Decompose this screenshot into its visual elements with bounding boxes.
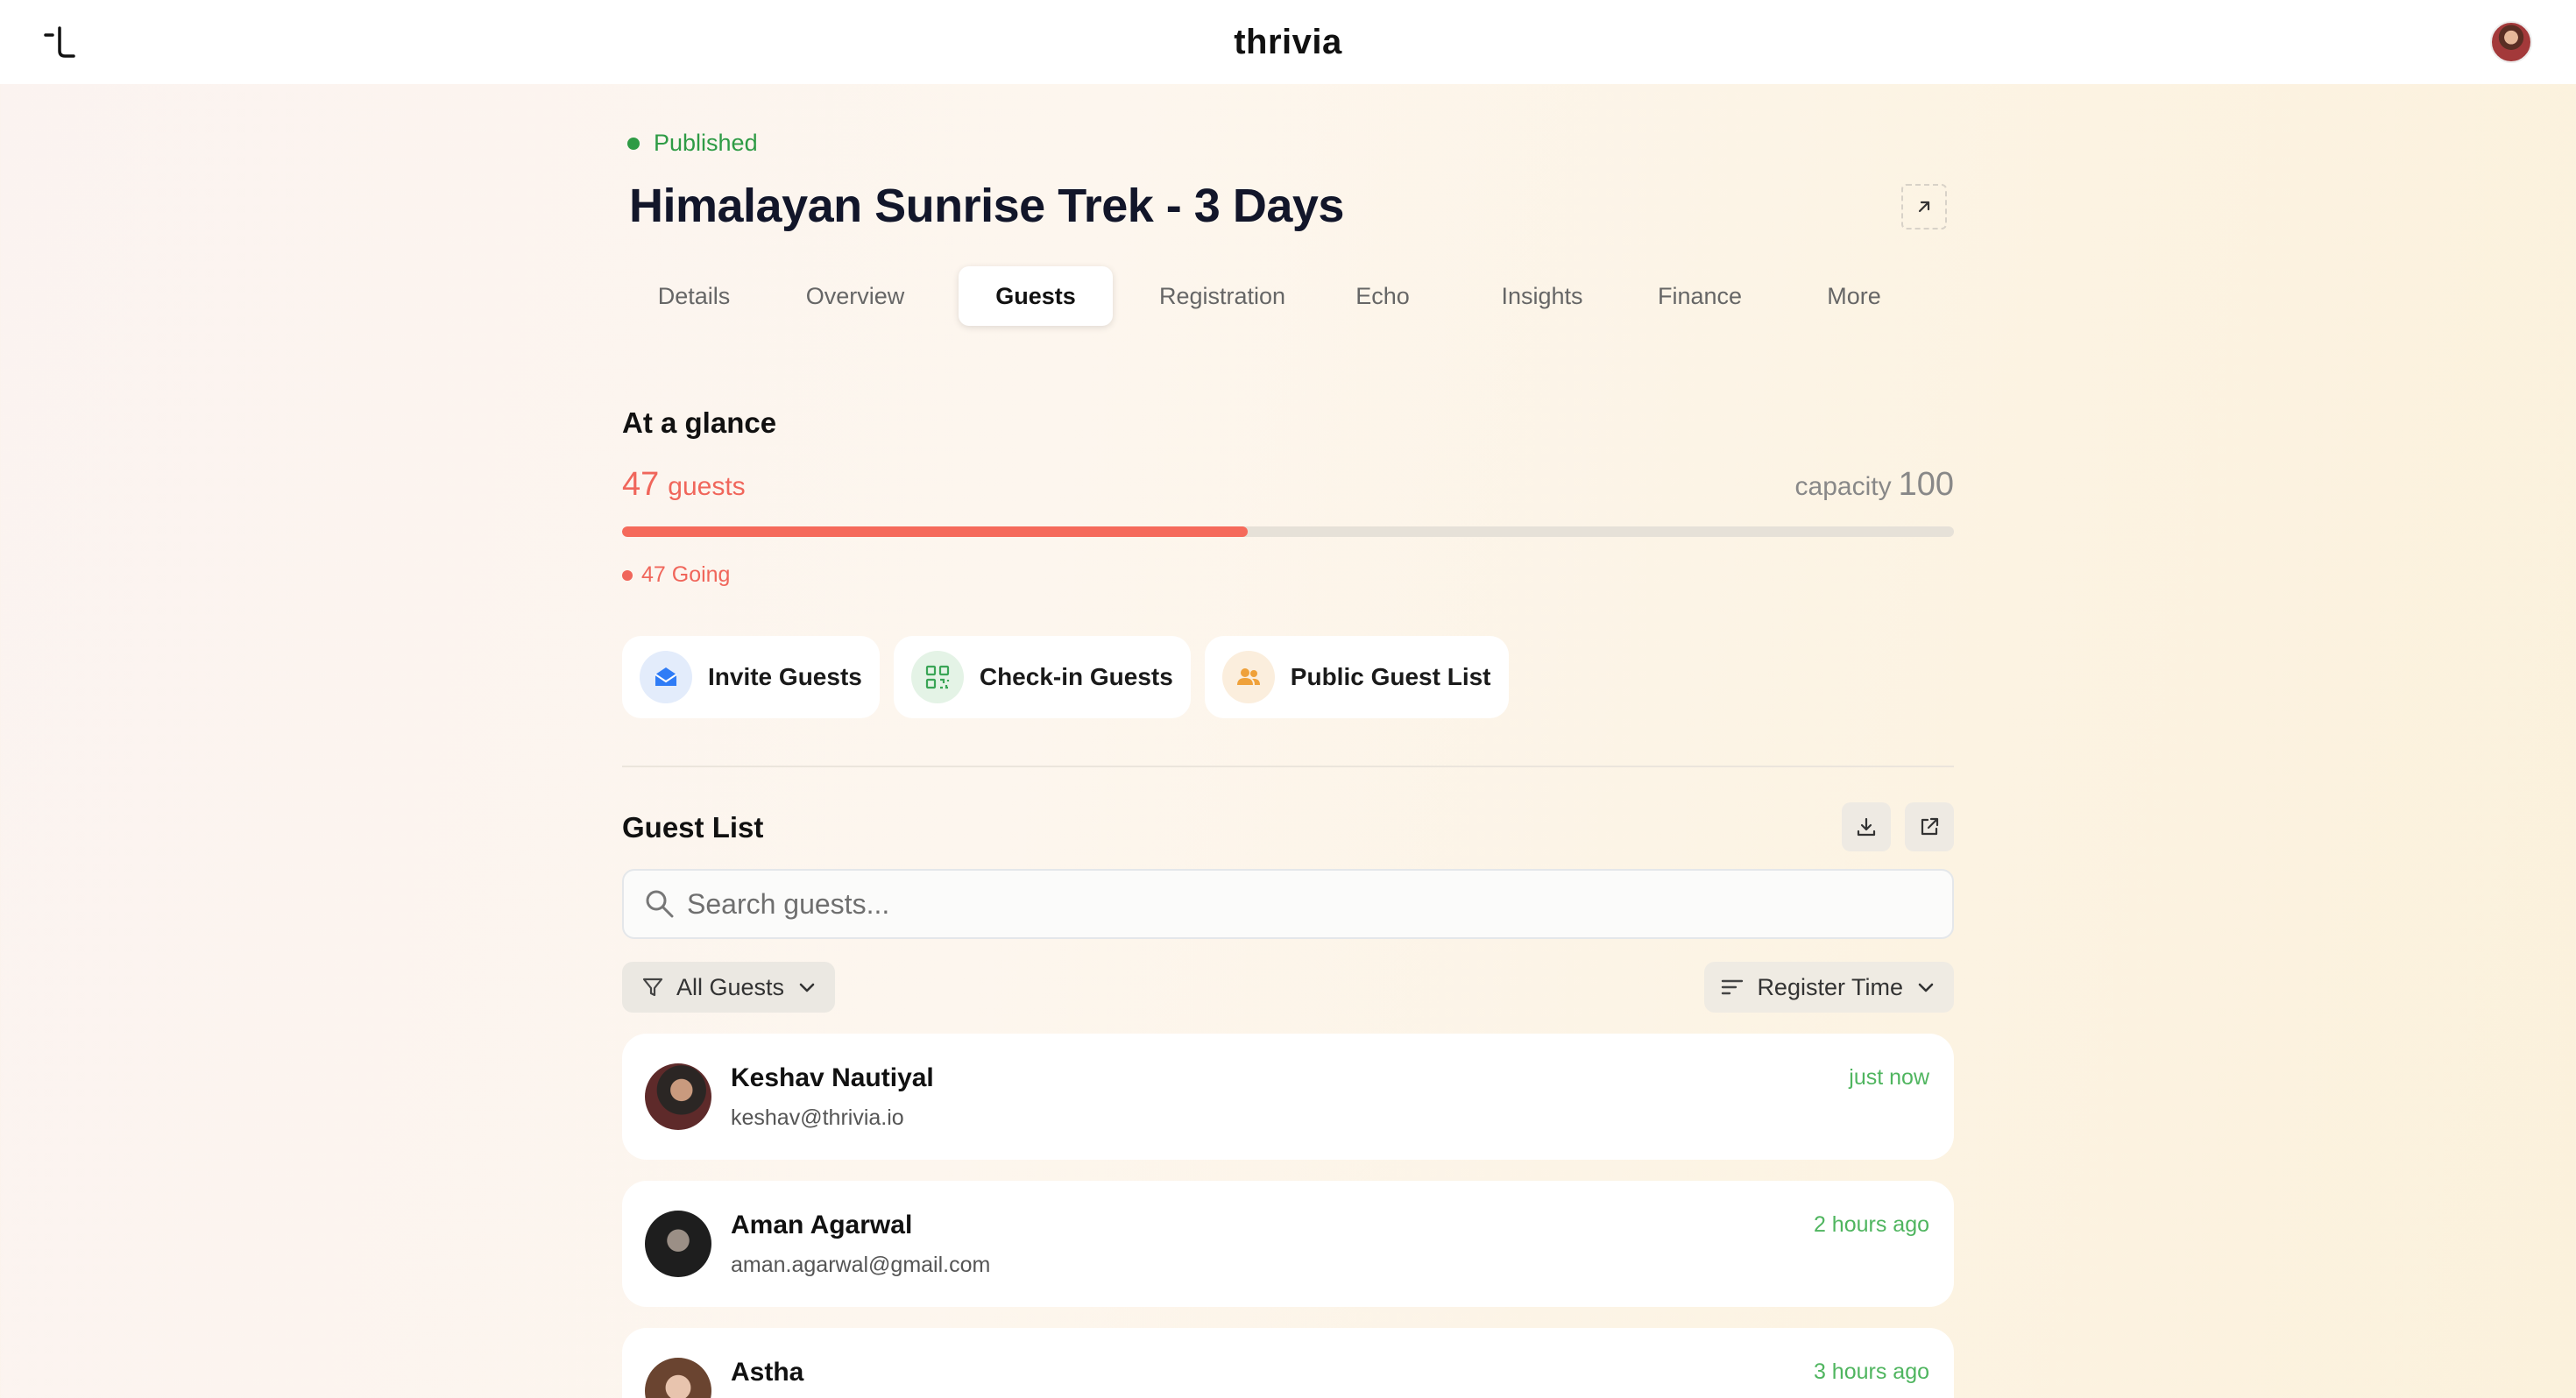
sort-dropdown[interactable]: Register Time [1704, 962, 1954, 1013]
brand-name: thrivia [1234, 22, 1342, 61]
going-legend: 47 Going [622, 562, 730, 588]
chevron-down-icon [799, 983, 815, 992]
guest-filter-dropdown[interactable]: All Guests [622, 962, 836, 1013]
guest-list-heading: Guest List [622, 811, 764, 844]
guest-register-time: 2 hours ago [1813, 1212, 1929, 1237]
guest-name: Aman Agarwal [731, 1211, 913, 1239]
sort-icon [1722, 979, 1744, 995]
open-event-button[interactable] [1901, 184, 1947, 229]
qr-code-icon [910, 651, 964, 703]
tab-insights[interactable]: Insights [1490, 266, 1595, 326]
page-title: Himalayan Sunrise Trek - 3 Days [629, 180, 1344, 232]
avatar [645, 1063, 711, 1130]
tab-finance[interactable]: Finance [1644, 266, 1756, 326]
guest-search [622, 869, 1954, 939]
capacity-progress-fill [622, 526, 1249, 537]
external-link-icon [1921, 817, 1939, 836]
guest-email: aman.agarwal@gmail.com [731, 1253, 991, 1277]
public-guest-list-button[interactable]: Public Guest List [1204, 636, 1509, 718]
guest-name: Astha [731, 1358, 804, 1387]
section-divider [622, 766, 1954, 767]
tab-more[interactable]: More [1810, 266, 1898, 326]
tab-guests[interactable]: Guests [959, 266, 1113, 326]
guest-count: 47 guests [622, 466, 746, 504]
capacity-value: 100 [1898, 466, 1954, 503]
table-row[interactable]: Aman Agarwal aman.agarwal@gmail.com 2 ho… [622, 1181, 1954, 1307]
export-button[interactable] [1905, 802, 1954, 851]
tab-overview[interactable]: Overview [794, 266, 916, 326]
invite-guests-button[interactable]: Invite Guests [622, 636, 880, 718]
capacity-progress-bar [622, 526, 1954, 537]
status-text: Published [654, 130, 758, 156]
capacity: capacity 100 [1795, 466, 1954, 504]
avatar [645, 1211, 711, 1277]
filter-label: All Guests [676, 973, 785, 1000]
arrow-up-right-icon [1918, 201, 1930, 213]
download-button[interactable] [1842, 802, 1891, 851]
invite-guests-label: Invite Guests [708, 663, 862, 690]
table-row[interactable]: Keshav Nautiyal keshav@thrivia.io just n… [622, 1034, 1954, 1160]
going-dot [622, 569, 633, 581]
avatar [645, 1358, 711, 1398]
user-avatar[interactable] [2490, 21, 2532, 63]
at-a-glance-heading: At a glance [622, 406, 777, 439]
going-text: 47 Going [641, 562, 731, 587]
check-in-guests-label: Check-in Guests [979, 663, 1173, 690]
tab-details[interactable]: Details [641, 266, 747, 326]
people-icon [1221, 651, 1275, 703]
sort-label: Register Time [1757, 973, 1903, 1000]
guest-actions: Invite Guests Check-in Guests Public Gue… [622, 636, 1509, 718]
tab-registration[interactable]: Registration [1148, 266, 1297, 326]
search-icon [646, 890, 674, 918]
search-input[interactable] [687, 887, 1914, 921]
chevron-down-icon [1918, 983, 1934, 992]
guest-email: keshav@thrivia.io [731, 1105, 904, 1130]
public-guest-list-label: Public Guest List [1290, 663, 1491, 690]
status-dot [627, 137, 640, 150]
guest-count-number: 47 [622, 466, 660, 503]
table-row[interactable]: Astha 3 hours ago [622, 1328, 1954, 1398]
event-tabs: Details Overview Guests Registration Ech… [622, 266, 1954, 326]
status-badge: Published [627, 130, 758, 157]
capacity-label: capacity [1794, 472, 1892, 501]
tab-echo[interactable]: Echo [1341, 266, 1425, 326]
guest-register-time: just now [1849, 1065, 1929, 1090]
guest-register-time: 3 hours ago [1813, 1359, 1929, 1384]
envelope-icon [640, 651, 692, 703]
check-in-guests-button[interactable]: Check-in Guests [893, 636, 1191, 718]
guest-name: Keshav Nautiyal [731, 1063, 934, 1092]
filter-icon [642, 978, 663, 997]
guest-count-label: guests [668, 472, 746, 501]
thrivia-logo-icon[interactable] [42, 23, 81, 61]
download-icon [1857, 817, 1876, 837]
top-bar: thrivia [0, 0, 2576, 84]
